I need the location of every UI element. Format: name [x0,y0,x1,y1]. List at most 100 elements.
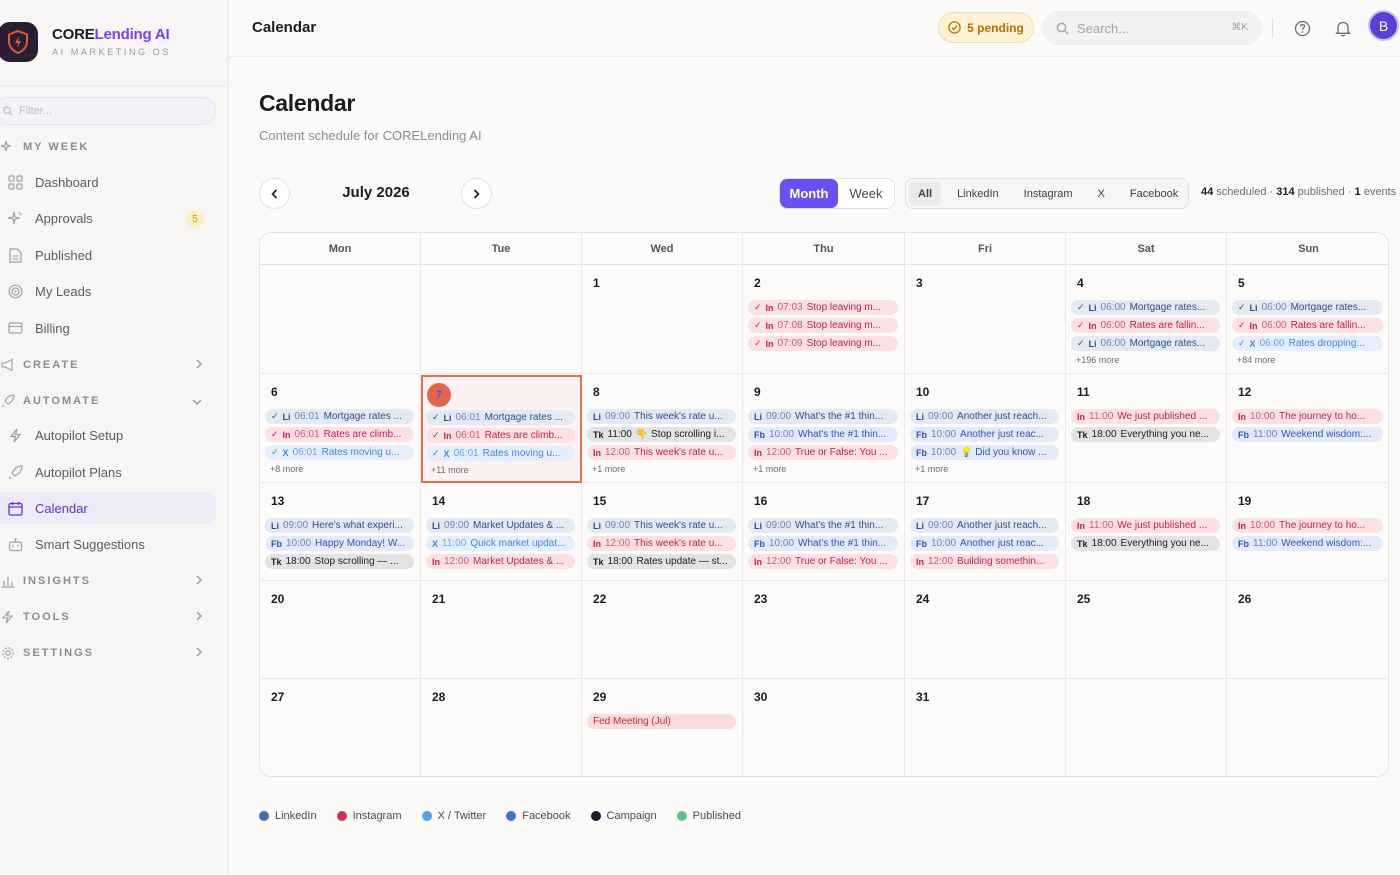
more-events-link[interactable]: +11 more [431,465,469,475]
event-chip-linkedin[interactable]: ✓ Li 06:00 Mortgage rates... [1071,300,1220,315]
event-chip-x[interactable]: ✓ X 06:01 Rates moving u... [265,445,414,460]
day-cell[interactable]: 26 [1227,581,1388,679]
event-chip-linkedin[interactable]: Li 09:00 What's the #1 thin... [748,409,898,424]
event-chip-tiktok[interactable]: Tk 18:00 Everything you ne... [1071,427,1220,442]
sidebar-item-autopilot-plans[interactable]: Autopilot Plans [0,456,216,488]
event-chip-facebook[interactable]: Fb 10:00 What's the #1 thin... [748,427,898,442]
help-icon[interactable] [1292,18,1312,38]
event-chip-facebook[interactable]: Fb 11:00 Weekend wisdom:... [1232,536,1383,551]
sidebar-item-approvals[interactable]: Approvals 5 [0,202,216,234]
day-cell[interactable]: 31 [905,679,1066,776]
section-automate[interactable]: AUTOMATE [0,391,215,411]
bell-icon[interactable] [1333,18,1353,38]
event-chip-instagram[interactable]: In 12:00 This week's rate u... [587,536,736,551]
day-cell[interactable]: 14 Li 09:00 Market Updates & ... X 11:00 Quick… [421,483,582,581]
view-week-button[interactable]: Week [838,179,894,208]
event-chip-x[interactable]: ✓ X 06:01 Rates moving u... [426,446,575,461]
day-cell[interactable]: 25 [1066,581,1227,679]
event-chip-facebook[interactable]: Fb 10:00 Happy Monday! W... [265,536,414,551]
more-events-link[interactable]: +84 more [1237,355,1275,365]
more-events-link[interactable]: +8 more [270,464,303,474]
day-cell[interactable]: 11 In 11:00 We just published ... Tk 18:00 Eve… [1066,374,1227,483]
event-chip-instagram[interactable]: ✓ In 07:09 Stop leaving m... [748,336,898,351]
event-chip-instagram[interactable]: In 12:00 Building somethin... [910,554,1059,569]
section-insights[interactable]: INSIGHTS [0,571,215,591]
event-chip-facebook[interactable]: Fb 10:00 Another just reac... [910,427,1059,442]
filter-facebook[interactable]: Facebook [1121,181,1187,206]
day-cell[interactable]: 13 Li 09:00 Here's what experi... Fb 10:00 Hap… [260,483,421,581]
day-cell[interactable]: 9 Li 09:00 What's the #1 thin... Fb 10:00 What… [743,374,905,483]
day-cell[interactable]: 24 [905,581,1066,679]
sidebar-item-smart-suggestions[interactable]: Smart Suggestions [0,528,216,560]
event-chip-linkedin[interactable]: Li 09:00 What's the #1 thin... [748,518,898,533]
event-chip-linkedin[interactable]: Li 09:00 Another just reach... [910,409,1059,424]
event-chip-instagram[interactable]: ✓ In 07:03 Stop leaving m... [748,300,898,315]
event-chip-linkedin[interactable]: Li 09:00 Here's what experi... [265,518,414,533]
day-cell[interactable]: 10 Li 09:00 Another just reach... Fb 10:00 Ano… [905,374,1066,483]
pending-badge[interactable]: 5 pending [938,12,1034,43]
day-cell[interactable]: 23 [743,581,905,679]
day-cell[interactable]: 1 [582,265,743,374]
day-cell[interactable]: 5 ✓ Li 06:00 Mortgage rates... ✓ In 06:00 Rates … [1227,265,1388,374]
event-chip-instagram[interactable]: ✓ In 07:08 Stop leaving m... [748,318,898,333]
more-events-link[interactable]: +196 more [1076,355,1119,365]
day-cell[interactable]: 15 Li 09:00 This week's rate u... In 12:00 Thi… [582,483,743,581]
day-cell[interactable]: 17 Li 09:00 Another just reach... Fb 10:00 Ano… [905,483,1066,581]
event-chip-facebook[interactable]: Fb 11:00 Weekend wisdom:... [1232,427,1383,442]
day-cell[interactable]: 12 In 10:00 The journey to ho... Fb 11:00 Week… [1227,374,1388,483]
sidebar-item-published[interactable]: Published [0,239,216,271]
day-cell[interactable]: 16 Li 09:00 What's the #1 thin... Fb 10:00 Wha… [743,483,905,581]
section-settings[interactable]: SETTINGS [0,643,215,663]
day-cell[interactable]: 27 [260,679,421,776]
sidebar-filter-input[interactable] [19,105,199,117]
section-tools[interactable]: TOOLS [0,607,215,627]
day-cell[interactable]: 21 [421,581,582,679]
day-cell[interactable]: 30 [743,679,905,776]
event-chip-instagram[interactable]: In 10:00 The journey to ho... [1232,518,1383,533]
sidebar-item-billing[interactable]: Billing [0,312,216,344]
event-chip-instagram[interactable]: ✓ In 06:01 Rates are climb... [426,428,575,443]
filter-x[interactable]: X [1089,181,1114,206]
day-cell[interactable]: 8 Li 09:00 This week's rate u... Tk 11:00 👇 St… [582,374,743,483]
event-chip-linkedin[interactable]: Li 09:00 This week's rate u... [587,409,736,424]
more-events-link[interactable]: +1 more [915,464,948,474]
event-chip-instagram[interactable]: ✓ In 06:00 Rates are fallin... [1071,318,1220,333]
sidebar-item-autopilot-setup[interactable]: Autopilot Setup [0,419,216,451]
search-input[interactable] [1077,20,1217,36]
event-chip-instagram[interactable]: In 12:00 Market Updates & ... [426,554,575,569]
event-chip-tiktok[interactable]: Tk 18:00 Rates update — st... [587,554,736,569]
filter-all[interactable]: All [909,181,942,206]
event-chip-linkedin[interactable]: ✓ Li 06:00 Mortgage rates... [1232,300,1383,315]
day-cell[interactable] [260,265,421,374]
event-chip-tiktok[interactable]: Tk 18:00 Stop scrolling — ... [265,554,414,569]
day-cell[interactable]: 19 In 10:00 The journey to ho... Fb 11:00 Week… [1227,483,1388,581]
day-cell[interactable]: 3 [905,265,1066,374]
view-month-button[interactable]: Month [780,179,838,208]
event-chip-tiktok[interactable]: Tk 11:00 👇 Stop scrolling i... [587,427,736,442]
event-chip-linkedin[interactable]: ✓ Li 06:01 Mortgage rates ... [426,410,575,425]
day-cell[interactable]: 29 Fed Meeting (Jul) [582,679,743,776]
day-cell[interactable]: 28 [421,679,582,776]
section-my-week[interactable]: MY WEEK [0,137,215,157]
more-events-link[interactable]: +1 more [753,464,786,474]
event-chip-linkedin[interactable]: ✓ Li 06:00 Mortgage rates... [1071,336,1220,351]
prev-month-button[interactable] [259,178,290,209]
day-cell[interactable] [421,265,582,374]
event-chip-instagram[interactable]: In 11:00 We just published ... [1071,409,1220,424]
event-chip-linkedin[interactable]: ✓ Li 06:01 Mortgage rates ... [265,409,414,424]
day-cell[interactable]: 22 [582,581,743,679]
section-create[interactable]: CREATE [0,355,215,375]
sidebar-item-dashboard[interactable]: Dashboard [0,166,216,198]
event-chip-linkedin[interactable]: Li 09:00 This week's rate u... [587,518,736,533]
event-chip-x[interactable]: X 11:00 Quick market updat... [426,536,575,551]
more-events-link[interactable]: +1 more [592,464,625,474]
shield-bolt-logo-icon[interactable] [0,22,38,62]
filter-linkedin[interactable]: LinkedIn [948,181,1008,206]
event-chip-tiktok[interactable]: Tk 18:00 Everything you ne... [1071,536,1220,551]
day-cell[interactable]: 20 [260,581,421,679]
day-cell[interactable] [1227,679,1388,776]
event-chip-facebook[interactable]: Fb 10:00 What's the #1 thin... [748,536,898,551]
event-chip-instagram[interactable]: In 10:00 The journey to ho... [1232,409,1383,424]
event-chip-instagram[interactable]: ✓ In 06:01 Rates are climb... [265,427,414,442]
sidebar-item-calendar[interactable]: Calendar [0,492,216,524]
